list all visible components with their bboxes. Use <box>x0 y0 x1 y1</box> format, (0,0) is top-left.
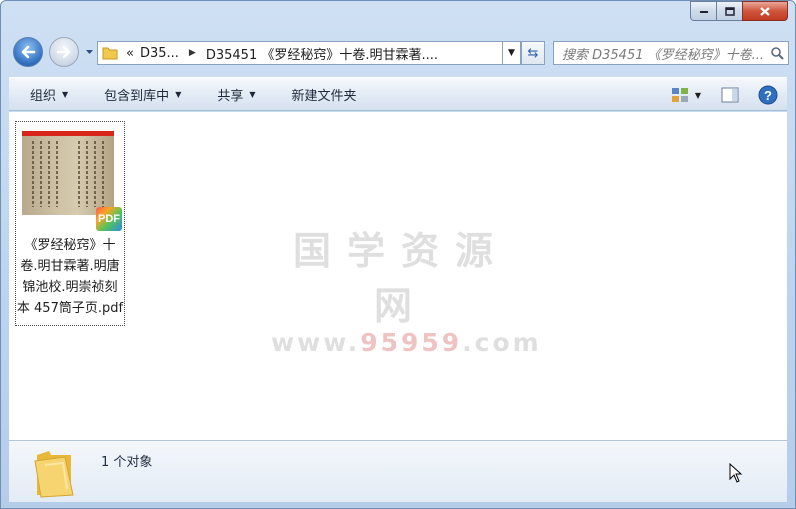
minimize-icon <box>699 11 708 13</box>
close-button[interactable] <box>742 1 788 21</box>
address-bar[interactable]: « D35... ▶ D35451 《罗经秘窍》十卷.明甘霖著.... <box>97 41 503 65</box>
pdf-file-icon: PDF <box>96 207 122 231</box>
help-icon: ? <box>758 85 778 105</box>
caption-buttons <box>690 1 788 21</box>
svg-text:?: ? <box>764 88 772 103</box>
change-view-button[interactable] <box>669 84 691 106</box>
include-library-label: 包含到库中 <box>104 88 170 104</box>
forward-button[interactable] <box>49 37 79 67</box>
caret-down-icon: ▼ <box>694 90 702 100</box>
folder-icon <box>102 47 118 60</box>
breadcrumb-root[interactable]: D35... <box>140 46 179 61</box>
chevron-down-icon: ▼ <box>508 48 515 58</box>
organize-label: 组织 <box>30 88 57 104</box>
pdf-thumbnail <box>22 131 114 215</box>
preview-pane-icon <box>721 87 739 103</box>
maximize-button[interactable] <box>716 1 743 21</box>
refresh-icon: ⇆ <box>527 45 539 61</box>
view-options-dropdown[interactable]: ▼ <box>691 84 705 106</box>
mouse-cursor-icon <box>729 463 743 483</box>
help-button[interactable]: ? <box>757 84 779 106</box>
back-button[interactable] <box>13 37 43 67</box>
watermark-url: www.95959.com <box>271 328 542 357</box>
maximize-icon <box>724 6 735 16</box>
arrow-right-icon <box>56 45 71 59</box>
item-count: 1 个对象 <box>101 455 153 470</box>
file-item-pdf[interactable]: PDF 《罗经秘窍》十卷.明甘霖著.明唐锦池校.明崇祯刻本 457筒子页.pdf <box>15 121 125 326</box>
breadcrumb-current[interactable]: D35451 《罗经秘窍》十卷.明甘霖著.... <box>206 44 438 63</box>
include-in-library-menu[interactable]: 包含到库中 ▼ <box>91 81 194 107</box>
organize-menu[interactable]: 组织 ▼ <box>17 81 81 107</box>
file-name-label[interactable]: 《罗经秘窍》十卷.明甘霖著.明唐锦池校.明崇祯刻本 457筒子页.pdf <box>16 235 124 319</box>
caret-down-icon: ▼ <box>175 89 182 99</box>
view-grid-icon <box>672 88 688 102</box>
breadcrumb-separator-icon[interactable]: ▶ <box>189 48 196 58</box>
minimize-button[interactable] <box>690 1 717 21</box>
search-input[interactable]: 搜索 D35451 《罗经秘窍》十卷... <box>562 44 764 63</box>
new-folder-button[interactable]: 新建文件夹 <box>279 81 370 107</box>
breadcrumb-overflow[interactable]: « <box>126 46 134 61</box>
new-folder-label: 新建文件夹 <box>291 88 357 104</box>
search-box[interactable]: 搜索 D35451 《罗经秘窍》十卷... <box>553 41 789 65</box>
share-menu[interactable]: 共享 ▼ <box>204 81 268 107</box>
refresh-button[interactable]: ⇆ <box>521 41 545 65</box>
close-icon <box>760 6 770 16</box>
folder-icon <box>34 451 74 498</box>
view-controls: ▼ ? <box>661 84 779 106</box>
details-pane: 1 个对象 <box>9 440 787 502</box>
address-dropdown-button[interactable]: ▼ <box>503 41 521 65</box>
command-bar: 组织 ▼ 包含到库中 ▼ 共享 ▼ 新建文件夹 ▼ ? <box>9 77 787 111</box>
preview-pane-button[interactable] <box>719 84 741 106</box>
watermark: 国学资源网 www.95959.com <box>271 220 542 357</box>
thumbnail-header-bar <box>22 131 114 136</box>
share-label: 共享 <box>217 88 244 104</box>
recent-pages-dropdown[interactable] <box>85 47 94 56</box>
caret-down-icon: ▼ <box>62 89 69 99</box>
search-icon[interactable] <box>770 46 784 60</box>
watermark-title: 国学资源网 <box>292 229 509 328</box>
file-list-area[interactable]: PDF 《罗经秘窍》十卷.明甘霖著.明唐锦池校.明崇祯刻本 457筒子页.pdf… <box>9 112 787 440</box>
arrow-left-icon <box>21 45 36 59</box>
navigation-bar: « D35... ▶ D35451 《罗经秘窍》十卷.明甘霖著.... ▼ ⇆ … <box>9 35 789 69</box>
explorer-window: « D35... ▶ D35451 《罗经秘窍》十卷.明甘霖著.... ▼ ⇆ … <box>0 0 796 509</box>
caret-down-icon: ▼ <box>249 89 256 99</box>
